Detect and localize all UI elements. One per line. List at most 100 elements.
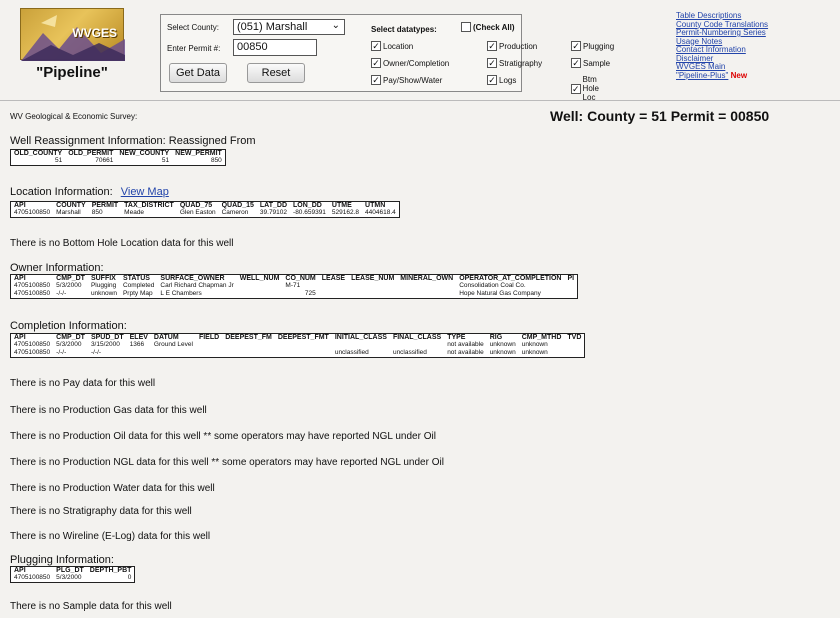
table-cell: not available [447, 341, 484, 348]
location-table: API COUNTY PERMIT TAX_DISTRICT QUAD_75 Q… [10, 201, 400, 218]
column-header: API [14, 275, 26, 282]
sample-message: There is no Sample data for this well [10, 601, 172, 612]
table-cell [151, 349, 196, 358]
nav-links: Table Descriptions County Code Translati… [676, 11, 816, 80]
table-cell [222, 341, 275, 349]
table-header-row: API CMP_DT SUFFIX STATUS SURFACE_OWNER W… [11, 275, 578, 282]
column-header: API [14, 567, 26, 574]
table-cell: Marshall [56, 209, 81, 216]
table-cell: 850 [210, 157, 222, 164]
table-row: 4705100850 Marshall 850 Meade Glen Easto… [11, 209, 400, 218]
column-header: OLD_COUNTY [14, 150, 63, 157]
query-form: Select County: (051) Marshall ⌄ Enter Pe… [160, 14, 614, 102]
table-cell [564, 349, 585, 358]
production-checkbox-label: Production [499, 41, 538, 51]
owner-completion-checkbox-label: Owner/Completion [383, 58, 450, 68]
column-header: LON_DD [293, 202, 322, 209]
table-cell [348, 282, 397, 290]
pay-show-water-checkbox-label: Pay/Show/Water [383, 75, 443, 85]
select-county-label: Select County: [167, 23, 220, 32]
stratigraphy-message: There is no Stratigraphy data for this w… [10, 506, 192, 517]
reset-button[interactable]: Reset [247, 63, 305, 83]
column-header: QUAD_75 [179, 202, 213, 209]
column-header: LAT_DD [259, 202, 287, 209]
column-header: QUAD_15 [221, 202, 254, 209]
table-cell: Prpty Map [122, 290, 153, 297]
column-header: TAX_DISTRICT [124, 202, 174, 209]
column-header: CMP_DT [56, 275, 85, 282]
table-row: 4705100850 5/3/2000 3/15/2000 1366 Groun… [11, 341, 585, 349]
column-header: RIG [489, 334, 503, 341]
location-checkbox[interactable]: ✓ Location [371, 41, 413, 51]
table-cell [275, 349, 332, 358]
column-header: PERMIT [91, 202, 119, 209]
table-cell: Consolidation Coal Co. [459, 282, 526, 289]
datatypes-label: Select datatypes: [371, 25, 437, 34]
plugging-table: API PLG_DT DEPTH_PBT 4705100850 5/3/2000… [10, 566, 136, 583]
table-cell: 4705100850 [14, 349, 51, 356]
checkmark-icon: ✓ [571, 41, 581, 51]
plugging-checkbox[interactable]: ✓ Plugging [571, 41, 614, 51]
permit-input[interactable]: 00850 [233, 39, 317, 56]
table-cell [319, 282, 348, 290]
owner-table: API CMP_DT SUFFIX STATUS SURFACE_OWNER W… [10, 274, 579, 299]
county-select[interactable]: (051) Marshall ⌄ [233, 19, 345, 35]
check-all-checkbox[interactable]: (Check All) [461, 22, 515, 32]
table-cell: 4705100850 [14, 341, 51, 348]
table-cell [196, 341, 222, 349]
table-cell [564, 290, 577, 299]
link-pipeline-plus[interactable]: "Pipeline-Plus" [676, 71, 728, 80]
location-checkbox-label: Location [383, 41, 414, 51]
checkmark-icon: ✓ [371, 58, 381, 68]
logo-caption: "Pipeline" [36, 64, 108, 81]
table-cell: Glen Easton [179, 209, 216, 216]
owner-table-viewport[interactable]: API CMP_DT SUFFIX STATUS SURFACE_OWNER W… [10, 274, 840, 306]
column-header: SPUD_DT [90, 334, 124, 341]
table-cell [397, 282, 456, 290]
pay-show-water-checkbox[interactable]: ✓ Pay/Show/Water [371, 75, 442, 85]
plugging-title: Plugging Information: [10, 554, 114, 566]
column-header: SUFFIX [90, 275, 116, 282]
table-cell: -/-/- [56, 349, 67, 356]
pay-message: There is no Pay data for this well [10, 378, 156, 389]
btm-hole-loc-checkbox-label: Btm Hole Loc [582, 75, 599, 102]
logs-checkbox[interactable]: ✓ Logs [487, 75, 516, 85]
column-header: DEPTH_PBT [89, 567, 132, 574]
table-header-row: API PLG_DT DEPTH_PBT [11, 567, 135, 574]
owner-completion-checkbox[interactable]: ✓ Owner/Completion [371, 58, 449, 68]
stratigraphy-checkbox[interactable]: ✓ Stratigraphy [487, 58, 542, 68]
table-cell [222, 349, 275, 358]
checkmark-icon: ✓ [487, 58, 497, 68]
btm-hole-loc-checkbox[interactable]: ✓ Btm Hole Loc [571, 75, 599, 102]
table-cell [196, 349, 222, 358]
table-cell [319, 290, 348, 299]
table-cell: 4705100850 [14, 282, 51, 289]
production-gas-message: There is no Production Gas data for this… [10, 405, 207, 416]
reassign-title: Well Reassignment Information: Reassigne… [10, 135, 256, 147]
table-cell [237, 290, 283, 299]
sample-checkbox[interactable]: ✓ Sample [571, 58, 610, 68]
table-row: 4705100850 -/-/- unknown Prpty Map L E C… [11, 290, 578, 299]
column-header: UTME [331, 202, 352, 209]
completion-title: Completion Information: [10, 320, 127, 332]
view-map-link[interactable]: View Map [121, 186, 169, 198]
column-header: NEW_PERMIT [175, 150, 222, 157]
column-header: FINAL_CLASS [392, 334, 442, 341]
checkmark-icon: ✓ [371, 41, 381, 51]
production-oil-message: There is no Production Oil data for this… [10, 431, 436, 442]
column-header: CO_NUM [285, 275, 316, 282]
production-water-message: There is no Production Water data for th… [10, 483, 215, 494]
get-data-button[interactable]: Get Data [169, 63, 227, 83]
table-cell: Completed [122, 282, 155, 289]
location-title: Location Information: View Map [10, 186, 169, 198]
table-cell: -/-/- [56, 290, 67, 297]
table-cell: 0 [127, 574, 132, 581]
completion-table-viewport[interactable]: API CMP_DT SPUD_DT ELEV DATUM FIELD DEEP… [10, 333, 840, 365]
column-header: UTMN [365, 202, 386, 209]
checkmark-icon: ✓ [487, 41, 497, 51]
table-cell: 1366 [129, 341, 145, 348]
production-checkbox[interactable]: ✓ Production [487, 41, 537, 51]
permit-label: Enter Permit #: [167, 44, 221, 53]
table-cell: 725 [304, 290, 316, 297]
wvges-logo[interactable]: WVGES "Pipeline" [14, 6, 130, 82]
